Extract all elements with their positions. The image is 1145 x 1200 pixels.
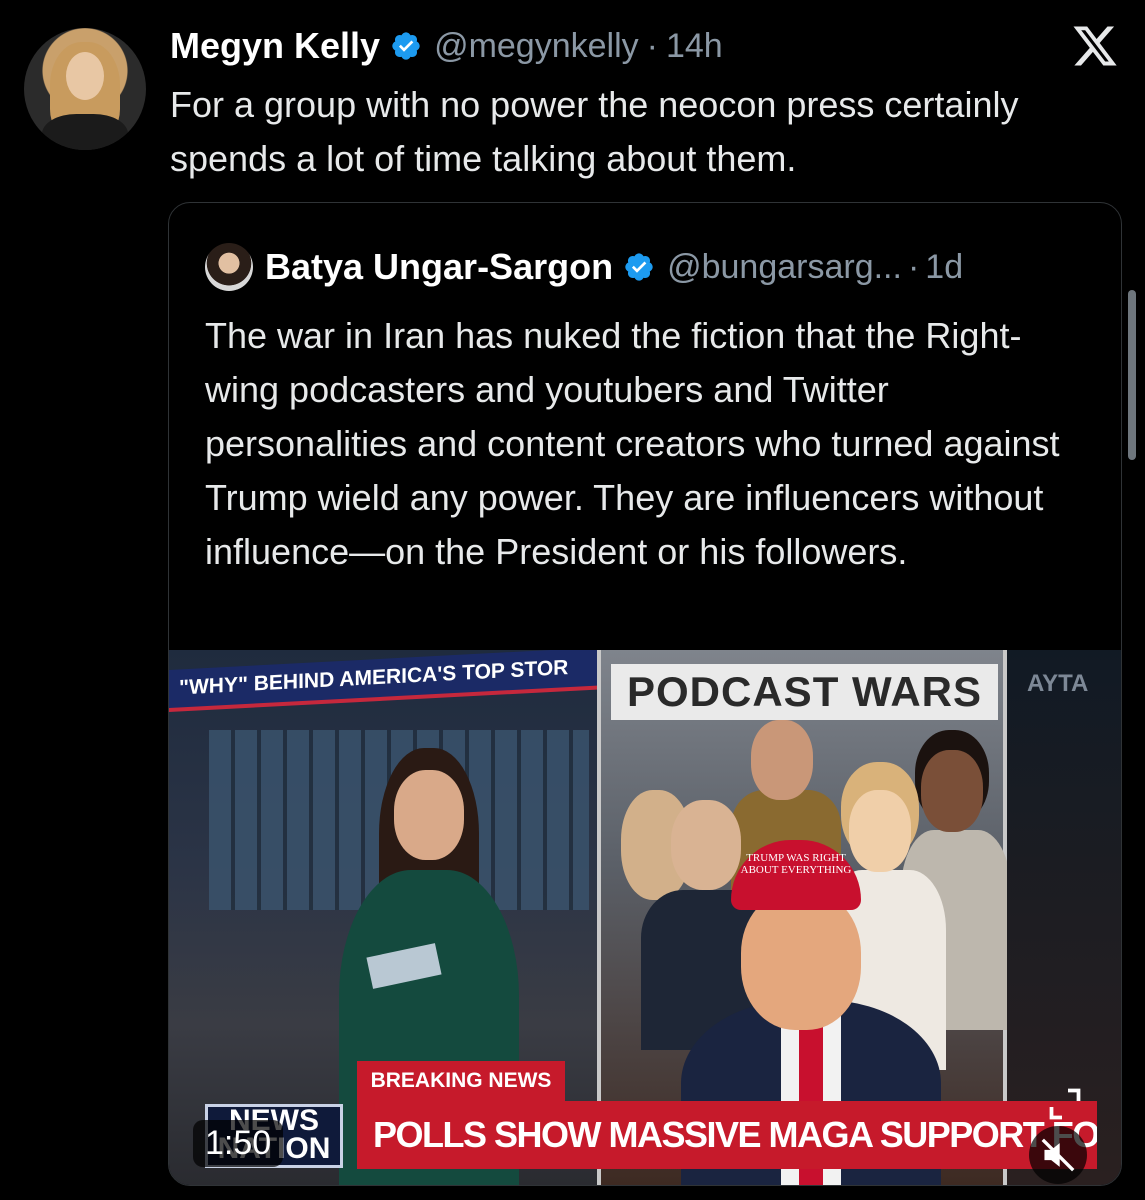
tweet-time[interactable]: 14h — [666, 27, 723, 66]
separator-dot: · — [907, 247, 920, 286]
author-avatar[interactable] — [24, 28, 146, 150]
avatar-face — [66, 52, 104, 100]
video-duration: 1:50 — [193, 1120, 284, 1167]
mute-button[interactable] — [1029, 1126, 1087, 1184]
panel-person — [671, 800, 741, 890]
news-headline: POLLS SHOW MASSIVE MAGA SUPPORT FOR TRUM… — [357, 1101, 1097, 1169]
scrollbar[interactable] — [1128, 290, 1136, 460]
mute-icon — [1041, 1138, 1075, 1172]
host-head — [394, 770, 464, 860]
panel-person — [849, 790, 911, 872]
panel-title: PODCAST WARS — [611, 664, 999, 720]
avatar-body — [42, 114, 128, 150]
tweet-text: For a group with no power the neocon pre… — [170, 84, 1019, 179]
quoted-tweet-header: Batya Ungar-Sargon @bungarsarg... · 1d — [205, 243, 963, 291]
tweet-header: Megyn Kelly @megynkelly · 14h — [170, 22, 723, 70]
video-player[interactable]: "WHY" BEHIND AMERICA'S TOP STOR PODCAST … — [169, 650, 1121, 1185]
panel-person — [921, 750, 983, 832]
studio-sign: AYTA — [1027, 670, 1089, 697]
quoted-author-avatar[interactable] — [205, 243, 253, 291]
verified-badge-icon — [625, 253, 653, 281]
x-logo-icon[interactable] — [1070, 22, 1120, 70]
panel-person — [751, 720, 813, 800]
quoted-tweet-time[interactable]: 1d — [925, 248, 963, 287]
separator-dot: · — [646, 26, 658, 65]
expand-icon[interactable] — [1047, 1086, 1083, 1122]
breaking-news-label: BREAKING NEWS — [357, 1061, 565, 1101]
author-name[interactable]: Megyn Kelly — [170, 25, 380, 67]
quoted-tweet-text: The war in Iran has nuked the fiction th… — [205, 315, 1060, 572]
quoted-tweet-card[interactable]: Batya Ungar-Sargon @bungarsarg... · 1d T… — [168, 202, 1122, 1186]
verified-badge-icon — [392, 32, 420, 60]
quoted-author-name[interactable]: Batya Ungar-Sargon — [265, 246, 613, 288]
quoted-author-handle[interactable]: @bungarsarg... — [667, 248, 902, 287]
panel-center-figure-face — [741, 890, 861, 1030]
author-handle[interactable]: @megynkelly — [434, 27, 639, 66]
studio-banner: "WHY" BEHIND AMERICA'S TOP STOR — [169, 650, 599, 712]
